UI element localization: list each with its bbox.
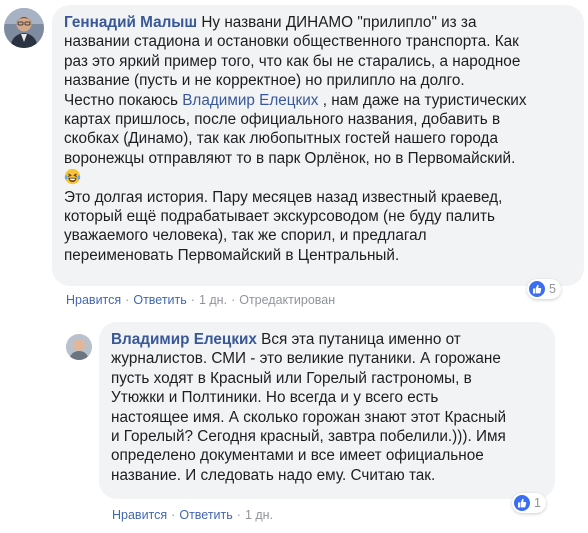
reaction-count-badge[interactable]: 5	[527, 279, 561, 299]
separator-dot: ·	[171, 508, 176, 522]
person-photo-icon	[4, 8, 44, 48]
like-link[interactable]: Нравится	[66, 293, 121, 307]
comment-actions-1: Нравится · Ответить · 1 дн. · Отредактирован	[66, 293, 335, 307]
avatar-vladimir[interactable]	[66, 334, 92, 360]
laughing-tears-emoji-icon	[64, 169, 81, 185]
thumbs-up-icon	[514, 495, 530, 511]
timestamp[interactable]: 1 дн.	[199, 293, 227, 307]
mention-link[interactable]: Владимир Елецких	[182, 92, 318, 109]
reaction-count: 5	[549, 282, 556, 296]
comment-author[interactable]: Владимир Елецких	[111, 331, 257, 348]
person-photo-icon	[66, 334, 92, 360]
avatar-gennadiy[interactable]	[4, 8, 44, 48]
reply-link[interactable]: Ответить	[133, 293, 186, 307]
separator-dot: ·	[231, 293, 236, 307]
comment-text: Вся эта путаница именно от журналистов. …	[111, 331, 507, 484]
comment-bubble-2: Владимир Елецких Вся эта путаница именно…	[99, 322, 555, 499]
separator-dot: ·	[125, 293, 130, 307]
like-link[interactable]: Нравится	[112, 508, 167, 522]
comment-bubble-1: Геннадий Малыш Ну названи ДИНАМО "прилип…	[52, 5, 584, 286]
separator-dot: ·	[236, 508, 241, 522]
timestamp[interactable]: 1 дн.	[245, 508, 273, 522]
reaction-count: 1	[534, 496, 541, 510]
thumbs-up-icon	[529, 281, 545, 297]
comment-author[interactable]: Геннадий Малыш	[64, 14, 197, 31]
separator-dot: ·	[190, 293, 195, 307]
reaction-count-badge[interactable]: 1	[512, 493, 546, 513]
edited-label: Отредактирован	[239, 293, 336, 307]
reply-link[interactable]: Ответить	[179, 508, 232, 522]
comment-actions-2: Нравится · Ответить · 1 дн.	[112, 508, 273, 522]
comment-text: Это долгая история. Пару месяцев назад и…	[64, 188, 503, 264]
